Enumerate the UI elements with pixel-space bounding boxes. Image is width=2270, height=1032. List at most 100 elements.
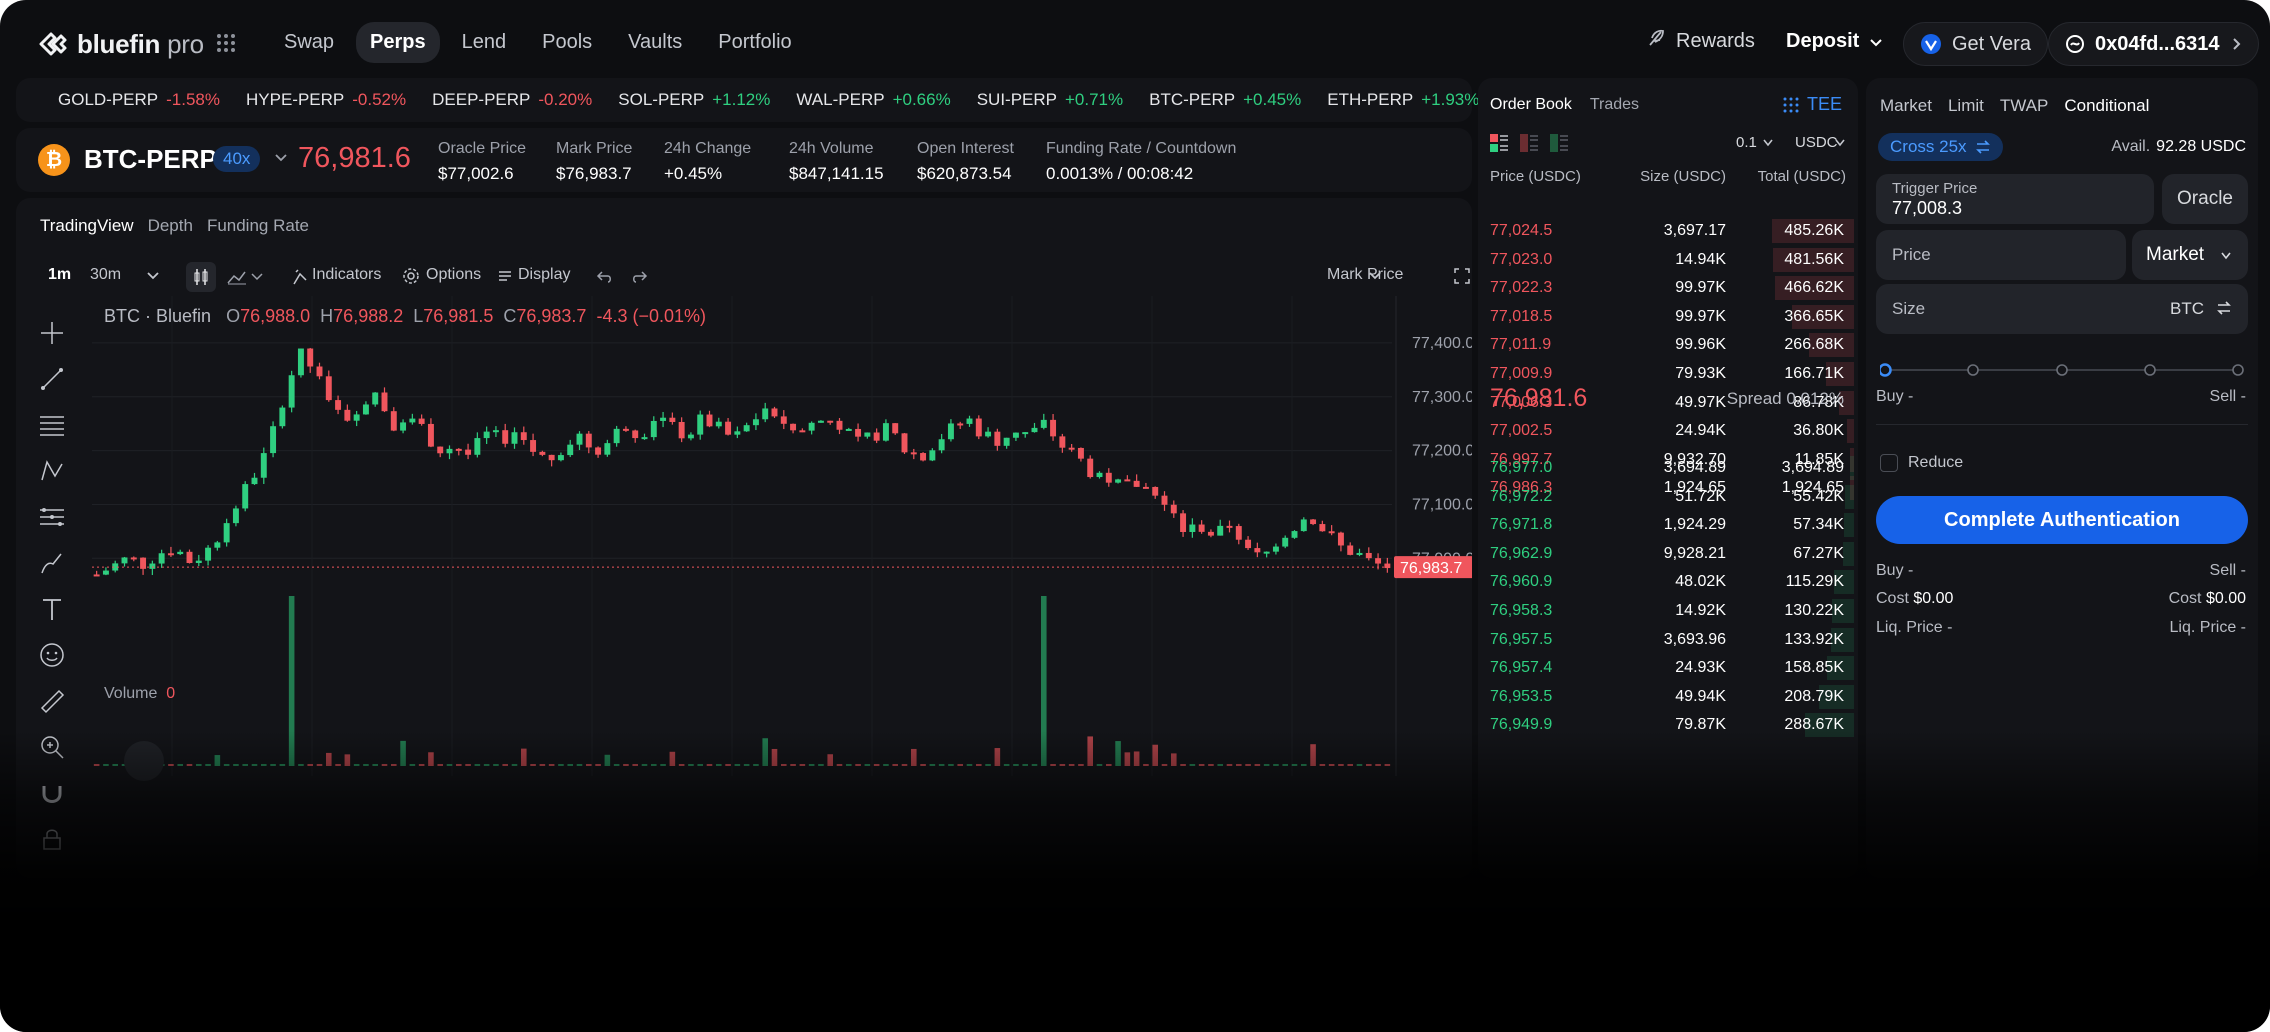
redo-icon[interactable] (630, 268, 648, 284)
bid-row[interactable]: 76,960.9 48.02K 115.29K (1478, 568, 1858, 596)
bid-row[interactable]: 76,957.4 24.93K 158.85K (1478, 654, 1858, 682)
rewards-link[interactable]: Rewards (1646, 22, 1755, 53)
get-vera-button[interactable]: Get Vera (1903, 22, 2048, 66)
tab-order-book[interactable]: Order Book (1490, 96, 1572, 114)
ask-row[interactable]: 77,002.5 24.94K 36.80K (1478, 417, 1858, 445)
bid-row[interactable]: 76,958.3 14.92K 130.22K (1478, 597, 1858, 625)
market-pair[interactable]: BTC-PERP (84, 144, 217, 175)
trend-line-tool-icon[interactable] (32, 356, 72, 402)
leverage-badge[interactable]: 40x (213, 146, 261, 172)
size-unit[interactable]: BTC (2170, 299, 2204, 319)
sell-amount: Sell - (2209, 388, 2246, 405)
price-type-chevron-icon[interactable] (1368, 270, 1382, 282)
volume-bar (1245, 764, 1251, 766)
margin-mode-button[interactable]: Cross 25x (1878, 133, 2003, 161)
ask-row[interactable]: 77,022.3 99.97K 466.62K (1478, 274, 1858, 302)
ticker-item[interactable]: BTC-PERP +0.45% (1149, 90, 1301, 110)
pattern-tool-icon[interactable] (32, 448, 72, 494)
reduce-checkbox[interactable] (1880, 454, 1898, 472)
book-both-view-icon[interactable] (1490, 134, 1508, 152)
bid-row[interactable]: 76,957.5 3,693.96 133.92K (1478, 626, 1858, 654)
interval-chevron-icon[interactable] (146, 270, 160, 282)
size-unit-swap-icon[interactable] (2216, 301, 2232, 315)
horizontal-lines-tool-icon[interactable] (32, 402, 72, 448)
nav-pools[interactable]: Pools (528, 22, 606, 63)
bid-row[interactable]: 76,949.9 79.87K 288.67K (1478, 711, 1858, 739)
tab-market[interactable]: Market (1880, 96, 1932, 116)
tick-size-select[interactable]: 0.1 (1736, 134, 1757, 151)
wallet-button[interactable]: 0x04fd...6314 (2048, 22, 2259, 66)
tab-funding-rate[interactable]: Funding Rate (207, 216, 309, 236)
ticker-item[interactable]: GOLD-PERP -1.58% (58, 90, 220, 110)
volume-bar (1013, 764, 1019, 766)
tab-tradingview[interactable]: TradingView (40, 216, 134, 236)
options-button[interactable]: Options (426, 266, 481, 284)
nav-lend[interactable]: Lend (448, 22, 521, 63)
ticker-item[interactable]: SOL-PERP +1.12% (618, 90, 770, 110)
ticker-item[interactable]: DEEP-PERP -0.20% (432, 90, 592, 110)
indicators-button[interactable]: Indicators (312, 266, 381, 284)
apps-grid-icon[interactable] (216, 33, 236, 53)
volume-bar (279, 764, 286, 766)
tee-badge[interactable]: TEE (1783, 94, 1842, 115)
price-type-select[interactable]: Mark Price (1327, 266, 1403, 284)
bid-row[interactable]: 76,977.0 3,694.89 3,694.89 (1478, 454, 1858, 482)
tab-twap[interactable]: TWAP (2000, 96, 2048, 116)
nav-portfolio[interactable]: Portfolio (704, 22, 805, 63)
interval-1m[interactable]: 1m (48, 266, 71, 284)
tab-conditional[interactable]: Conditional (2064, 96, 2149, 116)
bid-row[interactable]: 76,971.8 1,924.29 57.34K (1478, 511, 1858, 539)
bid-row[interactable]: 76,962.9 9,928.21 67.27K (1478, 540, 1858, 568)
zoom-tool-icon[interactable] (32, 724, 72, 770)
lock-tool-icon[interactable] (32, 816, 72, 862)
ticker-item[interactable]: HYPE-PERP -0.52% (246, 90, 406, 110)
trigger-price-field[interactable]: Trigger Price 77,008.3 (1876, 174, 2154, 224)
ask-row[interactable]: 77,018.5 99.97K 366.65K (1478, 303, 1858, 331)
size-slider[interactable] (1880, 360, 2244, 380)
order-type-select[interactable]: Market (2132, 230, 2248, 280)
deposit-dropdown[interactable]: Deposit (1786, 30, 1883, 53)
text-tool-icon[interactable] (32, 586, 72, 632)
chart-type-icon[interactable] (226, 268, 264, 286)
interval-30m[interactable]: 30m (90, 266, 121, 284)
ruler-tool-icon[interactable] (32, 678, 72, 724)
fullscreen-icon[interactable] (1454, 268, 1470, 284)
ask-row[interactable]: 77,011.9 99.96K 266.68K (1478, 331, 1858, 359)
complete-authentication-button[interactable]: Complete Authentication (1876, 496, 2248, 544)
magnet-tool-icon[interactable] (32, 770, 72, 816)
candles-icon[interactable] (186, 262, 216, 292)
order-type-tabs: Market Limit TWAP Conditional (1880, 96, 2149, 116)
fib-tool-icon[interactable] (32, 494, 72, 540)
ask-row[interactable]: 77,023.0 14.94K 481.56K (1478, 246, 1858, 274)
undo-icon[interactable] (596, 268, 614, 284)
ticker-item[interactable]: WAL-PERP +0.66% (796, 90, 950, 110)
bid-row[interactable]: 76,953.5 49.94K 208.79K (1478, 683, 1858, 711)
price-input[interactable]: Price (1876, 230, 2126, 280)
bid-row[interactable]: 76,972.2 51.72K 55.42K (1478, 483, 1858, 511)
volume-bar (418, 764, 425, 766)
book-bids-view-icon[interactable] (1550, 134, 1568, 152)
display-button[interactable]: Display (518, 266, 570, 284)
book-asks-view-icon[interactable] (1520, 134, 1538, 152)
nav-vaults[interactable]: Vaults (614, 22, 696, 63)
nav-perps[interactable]: Perps (356, 22, 440, 63)
crosshair-tool-icon[interactable] (32, 310, 72, 356)
liq-price-buy: Liq. Price - (1876, 619, 1953, 636)
tab-limit[interactable]: Limit (1948, 96, 1984, 116)
reduce-only-toggle[interactable]: Reduce (1880, 454, 1963, 472)
ask-row[interactable]: 77,024.5 3,697.17 485.26K (1478, 217, 1858, 245)
unit-select[interactable]: USDC (1795, 134, 1838, 151)
brand-logo[interactable]: bluefin pro (37, 28, 204, 60)
tab-trades[interactable]: Trades (1590, 96, 1639, 114)
tab-depth[interactable]: Depth (148, 216, 193, 236)
candle-body (390, 411, 397, 431)
price-chart[interactable]: 77,400.077,300.077,200.077,100.077,000.0… (92, 296, 1472, 796)
emoji-tool-icon[interactable] (32, 632, 72, 678)
size-input[interactable]: Size BTC (1876, 284, 2248, 334)
market-selector-chevron-icon[interactable] (274, 150, 288, 164)
ticker-item[interactable]: SUI-PERP +0.71% (977, 90, 1123, 110)
brush-tool-icon[interactable] (32, 540, 72, 586)
nav-swap[interactable]: Swap (270, 22, 348, 63)
oracle-button[interactable]: Oracle (2162, 174, 2248, 224)
ticker-item[interactable]: ETH-PERP +1.93% (1327, 90, 1479, 110)
